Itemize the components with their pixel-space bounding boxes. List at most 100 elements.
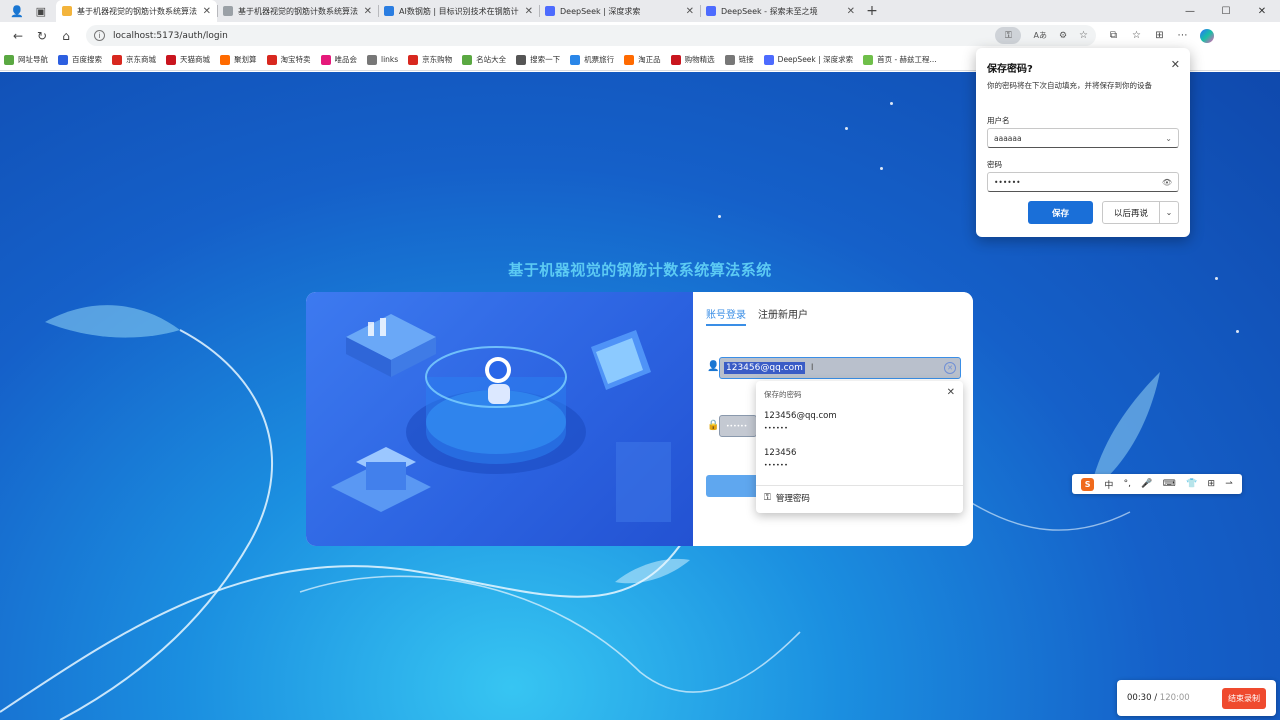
bookmark-item[interactable]: links [367, 54, 398, 65]
site-info-icon[interactable]: i [94, 30, 105, 41]
url-text[interactable]: localhost:5173/auth/login [113, 31, 995, 41]
bookmark-item[interactable]: 聚划算 [220, 54, 257, 65]
password-value: •••••• [726, 422, 748, 430]
bookmark-item[interactable]: 淘宝特卖 [266, 54, 311, 65]
reload-icon[interactable]: ↻ [30, 25, 54, 47]
password-field[interactable]: •••••• [719, 415, 757, 437]
collections-icon[interactable]: ⊞ [1148, 30, 1171, 41]
bookmark-item[interactable]: DeepSeek | 深度求索 [763, 54, 853, 65]
toolbar-right: ⧉ ☆ ⊞ ⋯ [1102, 28, 1214, 43]
window-controls: — ☐ ✕ [1172, 0, 1280, 22]
maximize-icon[interactable]: ☐ [1208, 6, 1244, 17]
bookmark-item[interactable]: 百度搜索 [58, 54, 102, 65]
profile-icon[interactable]: 👤 [10, 5, 24, 18]
bookmark-item[interactable]: 淘正品 [624, 54, 661, 65]
bookmark-item[interactable]: 搜索一下 [516, 54, 560, 65]
saved-entry[interactable]: 123456@qq.com •••••• [764, 411, 837, 432]
tab-favicon-icon [384, 6, 394, 16]
minimize-icon[interactable]: — [1172, 6, 1208, 17]
saved-passwords-dropdown: 保存的密码 ✕ 123456@qq.com •••••• 123456 ••••… [756, 381, 963, 513]
not-now-button[interactable]: 以后再说 [1102, 201, 1160, 224]
tab-actions-icon[interactable]: ▣ [36, 5, 46, 18]
address-bar[interactable]: i localhost:5173/auth/login ⚿ Aあ ⚙ ☆ [86, 25, 1096, 46]
bookmark-item[interactable]: 链接 [724, 54, 754, 65]
copilot-icon[interactable] [1200, 28, 1214, 43]
password-input[interactable]: •••••• 👁 [987, 172, 1179, 192]
bookmark-label: 京东商城 [126, 55, 156, 64]
browser-tab[interactable]: 基于机器视觉的钢筋计数系统算法 ✕ [56, 0, 217, 22]
save-button[interactable]: 保存 [1028, 201, 1093, 224]
favorite-star-icon[interactable]: ☆ [1079, 30, 1088, 41]
ime-toolbar: S 中 °, 🎤 ⌨ 👕 ⊞ ⇀ [1072, 474, 1242, 494]
bookmark-label: 唯品会 [334, 55, 358, 64]
bookmark-label: 链接 [738, 55, 754, 64]
login-tabs: 账号登录 注册新用户 [706, 306, 820, 326]
favorites-icon[interactable]: ☆ [1125, 30, 1148, 41]
skin-icon[interactable]: 👕 [1186, 479, 1197, 489]
microphone-icon[interactable]: 🎤 [1141, 479, 1152, 489]
key-icon: ⚿ [764, 493, 771, 503]
split-screen-icon[interactable]: ⧉ [1102, 30, 1125, 41]
new-tab-button[interactable]: + [861, 0, 883, 22]
manage-passwords-label: 管理密码 [775, 494, 810, 504]
close-tab-icon[interactable]: ✕ [686, 6, 694, 17]
browser-tab[interactable]: 基于机器视觉的钢筋计数系统算法 ✕ [217, 0, 378, 22]
close-tab-icon[interactable]: ✕ [203, 6, 211, 17]
username-select[interactable]: aaaaaa ⌄ [987, 128, 1179, 148]
bookmark-label: 聚划算 [234, 55, 257, 64]
browser-tab[interactable]: DeepSeek | 深度求索 ✕ [539, 0, 700, 22]
back-icon[interactable]: ← [6, 25, 30, 47]
close-window-icon[interactable]: ✕ [1244, 6, 1280, 17]
password-key-icon[interactable]: ⚿ [995, 27, 1022, 44]
bookmark-item[interactable]: 购物精选 [670, 54, 715, 65]
bookmark-item[interactable]: 天猫商城 [166, 54, 210, 65]
ime-punctuation-icon[interactable]: °, [1124, 479, 1131, 489]
divider [756, 485, 963, 486]
bookmark-item[interactable]: 首页 - 赫兹工程... [863, 54, 937, 65]
eye-icon[interactable]: 👁 [1162, 178, 1172, 187]
sogou-logo-icon[interactable]: S [1081, 477, 1095, 491]
close-icon[interactable]: ✕ [947, 387, 955, 398]
chevron-down-icon[interactable]: ⌄ [1165, 134, 1172, 143]
toolbox-icon[interactable]: ⊞ [1207, 479, 1215, 489]
bookmark-favicon-icon [4, 54, 14, 65]
close-tab-icon[interactable]: ✕ [525, 6, 533, 17]
more-menu-icon[interactable]: ⋯ [1171, 30, 1194, 41]
email-field[interactable]: 123456@qq.com I ✕ [719, 357, 961, 379]
stop-recording-button[interactable]: 结束录制 [1222, 687, 1266, 709]
read-aloud-icon[interactable]: Aあ [1033, 30, 1046, 41]
bookmark-favicon-icon [462, 54, 473, 65]
bookmark-favicon-icon [724, 54, 735, 65]
star-decoration [880, 167, 883, 170]
saved-entry[interactable]: 123456 •••••• [764, 448, 796, 469]
keyboard-icon[interactable]: ⌨ [1163, 479, 1176, 489]
saved-password: •••••• [764, 425, 789, 432]
bookmark-item[interactable]: 京东购物 [408, 54, 452, 65]
tab-account-login[interactable]: 账号登录 [706, 306, 746, 326]
browser-tab[interactable]: DeepSeek - 探索未至之境 ✕ [700, 0, 861, 22]
extensions-icon[interactable]: ⚙ [1059, 31, 1067, 41]
bookmark-item[interactable]: 名站大全 [462, 54, 506, 65]
tab-title: 基于机器视觉的钢筋计数系统算法 [238, 6, 358, 16]
bookmark-favicon-icon [863, 54, 874, 65]
bookmark-favicon-icon [408, 54, 419, 65]
close-tab-icon[interactable]: ✕ [847, 6, 855, 17]
close-icon[interactable]: ✕ [1171, 58, 1180, 71]
bookmark-favicon-icon [670, 54, 681, 65]
bookmark-item[interactable]: 京东商城 [112, 54, 156, 65]
ime-chinese-mode[interactable]: 中 [1104, 478, 1113, 491]
manage-passwords-link[interactable]: ⚿ 管理密码 [764, 492, 810, 504]
browser-tab[interactable]: AI数钢筋 | 目标识别技术在钢筋计 ✕ [378, 0, 539, 22]
bookmark-item[interactable]: 唯品会 [320, 54, 358, 65]
close-tab-icon[interactable]: ✕ [364, 6, 372, 17]
bookmark-label: 网址导航 [18, 55, 48, 64]
tab-register[interactable]: 注册新用户 [758, 306, 808, 326]
bookmark-label: 购物精选 [684, 55, 715, 64]
chevron-down-icon[interactable]: ⌄ [1160, 201, 1179, 224]
home-icon[interactable]: ⌂ [54, 25, 78, 47]
star-decoration [845, 127, 848, 130]
clear-icon[interactable]: ✕ [944, 362, 956, 374]
bookmark-item[interactable]: 机票旅行 [570, 54, 614, 65]
bookmark-item[interactable]: 网址导航 [4, 54, 48, 65]
ime-more-icon[interactable]: ⇀ [1225, 479, 1233, 489]
